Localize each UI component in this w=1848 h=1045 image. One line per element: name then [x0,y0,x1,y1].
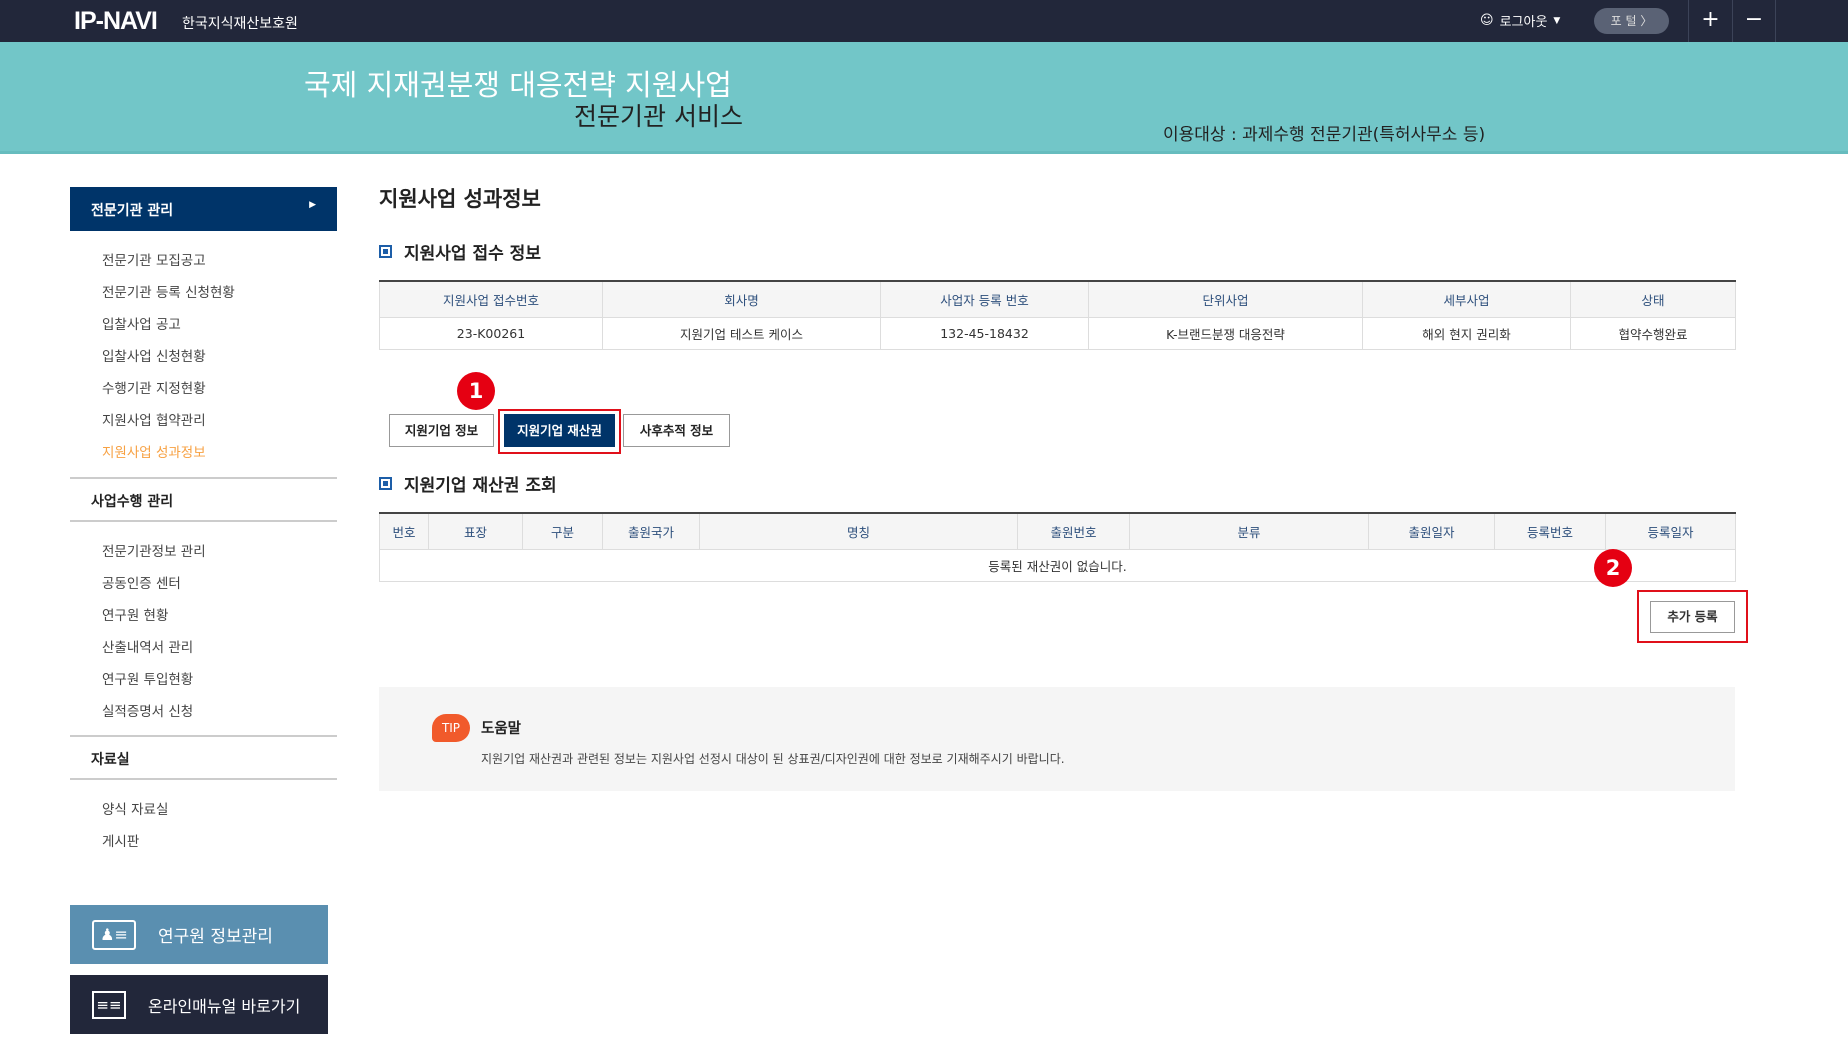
section-title-ip: 지원기업 재산권 조회 [379,471,557,496]
column-header: 지원사업 접수번호 [379,281,603,318]
sidebar-item[interactable]: 산출내역서 관리 [102,636,193,656]
caret-right-icon: ▶ [309,200,316,210]
ip-table: 번호 표장 구분 출원국가 명칭 출원번호 분류 출원일자 등록번호 등록일자 … [379,512,1736,582]
sidebar-item[interactable]: 연구원 투입현황 [102,668,193,688]
table-cell: 협약수행완료 [1570,316,1736,350]
banner-subtitle: 전문기관 서비스 [574,102,743,131]
tab-followup-info[interactable]: 사후추적 정보 [623,414,730,447]
org-name: 한국지식재산보호원 [182,16,298,32]
logo[interactable]: IP-NAVI [74,7,158,36]
sidebar-section-expert[interactable]: 전문기관 관리 ▶ [70,187,337,231]
sidebar-item[interactable]: 전문기관정보 관리 [102,540,206,560]
divider [70,735,337,737]
column-header: 단위사업 [1088,281,1363,318]
sidebar-item[interactable]: 연구원 현황 [102,604,168,624]
table-cell: K-브랜드분쟁 대응전략 [1088,316,1363,350]
sidebar-item[interactable]: 지원사업 협약관리 [102,409,206,429]
page-title: 지원사업 성과정보 [379,187,541,211]
top-bar: IP-NAVI 한국지식재산보호원 ☺ 로그아웃 ▼ 포 털 〉 + − [0,0,1848,42]
empty-row: 등록된 재산권이 없습니다. [379,548,1736,582]
tip-icon: TIP [432,714,470,742]
caret-down-icon: ▼ [1553,15,1561,26]
application-table: 지원사업 접수번호 회사명 사업자 등록 번호 단위사업 세부사업 상태 23-… [379,280,1736,350]
sidebar-item-active[interactable]: 지원사업 성과정보 [102,441,206,461]
logout-label: 로그아웃 [1499,15,1548,30]
table-cell: 지원기업 테스트 케이스 [602,316,881,350]
column-header: 번호 [379,513,429,550]
tab-company-info[interactable]: 지원기업 정보 [389,414,494,447]
column-header: 등록번호 [1494,513,1606,550]
divider [70,477,337,479]
sidebar-item[interactable]: 양식 자료실 [102,798,168,818]
column-header: 명칭 [699,513,1018,550]
online-manual-button[interactable]: ≡≡ 온라인매뉴얼 바로가기 [70,975,328,1034]
column-header: 회사명 [602,281,881,318]
table-cell: 해외 현지 권리화 [1362,316,1571,350]
sidebar-section-label: 전문기관 관리 [91,203,174,219]
tip-text: 지원기업 재산권과 관련된 정보는 지원사업 선정시 대상이 된 상표권/디자인… [481,752,1065,766]
square-bullet-icon [379,245,392,258]
section-title-application: 지원사업 접수 정보 [379,239,541,264]
sidebar-item[interactable]: 입찰사업 신청현황 [102,345,206,365]
researcher-info-label: 연구원 정보관리 [158,927,273,947]
column-header: 상태 [1570,281,1736,318]
column-header: 사업자 등록 번호 [880,281,1089,318]
id-card-icon: ♟≡ [92,919,136,950]
online-manual-label: 온라인매뉴얼 바로가기 [148,996,301,1016]
column-header: 구분 [522,513,603,550]
column-header: 표장 [428,513,523,550]
tip-title: 도움말 [481,721,522,737]
column-header: 분류 [1129,513,1369,550]
table-header-row: 지원사업 접수번호 회사명 사업자 등록 번호 단위사업 세부사업 상태 [379,281,1736,318]
user-icon: ☺ [1480,13,1494,28]
sidebar-section-archive[interactable]: 자료실 [91,749,130,769]
sidebar-item[interactable]: 전문기관 모집공고 [102,249,206,269]
sidebar-item[interactable]: 수행기관 지정현황 [102,377,206,397]
step-badge-1: 1 [457,372,495,410]
researcher-info-button[interactable]: ♟≡ 연구원 정보관리 [70,905,328,964]
book-icon: ≡≡ [92,990,126,1019]
add-register-button[interactable]: 추가 등록 [1650,601,1735,633]
column-header: 출원번호 [1017,513,1130,550]
section-title-label: 지원기업 재산권 조회 [404,476,557,496]
zoom-out-button[interactable]: − [1732,0,1776,42]
banner: 국제 지재권분쟁 대응전략 지원사업 전문기관 서비스 이용대상 : 과제수행 … [0,42,1848,154]
empty-message: 등록된 재산권이 없습니다. [379,548,1736,582]
column-header: 출원국가 [602,513,700,550]
sidebar-item[interactable]: 전문기관 등록 신청현황 [102,281,235,301]
square-bullet-icon [379,477,392,490]
section-title-label: 지원사업 접수 정보 [404,244,541,264]
table-cell: 23-K00261 [379,316,603,350]
sidebar-section-business[interactable]: 사업수행 관리 [91,491,173,511]
portal-button[interactable]: 포 털 〉 [1594,8,1669,34]
divider [70,520,337,522]
logout-button[interactable]: ☺ 로그아웃 ▼ [1480,11,1560,30]
column-header: 세부사업 [1362,281,1571,318]
table-header-row: 번호 표장 구분 출원국가 명칭 출원번호 분류 출원일자 등록번호 등록일자 [379,513,1736,550]
zoom-in-button[interactable]: + [1688,0,1732,42]
tab-company-ip[interactable]: 지원기업 재산권 [504,414,615,447]
step-badge-2: 2 [1594,549,1632,587]
sidebar-item[interactable]: 입찰사업 공고 [102,313,181,333]
column-header: 출원일자 [1368,513,1495,550]
table-row: 23-K00261 지원기업 테스트 케이스 132-45-18432 K-브랜… [379,316,1736,350]
sidebar-item[interactable]: 공동인증 센터 [102,572,181,592]
column-header: 등록일자 [1605,513,1736,550]
tip-box: TIP 도움말 지원기업 재산권과 관련된 정보는 지원사업 선정시 대상이 된… [379,687,1735,791]
divider [70,778,337,780]
sidebar-item[interactable]: 실적증명서 신청 [102,700,193,720]
banner-target: 이용대상 : 과제수행 전문기관(특허사무소 등) [1163,125,1486,145]
table-cell: 132-45-18432 [880,316,1089,350]
sidebar-item[interactable]: 게시판 [102,830,139,850]
